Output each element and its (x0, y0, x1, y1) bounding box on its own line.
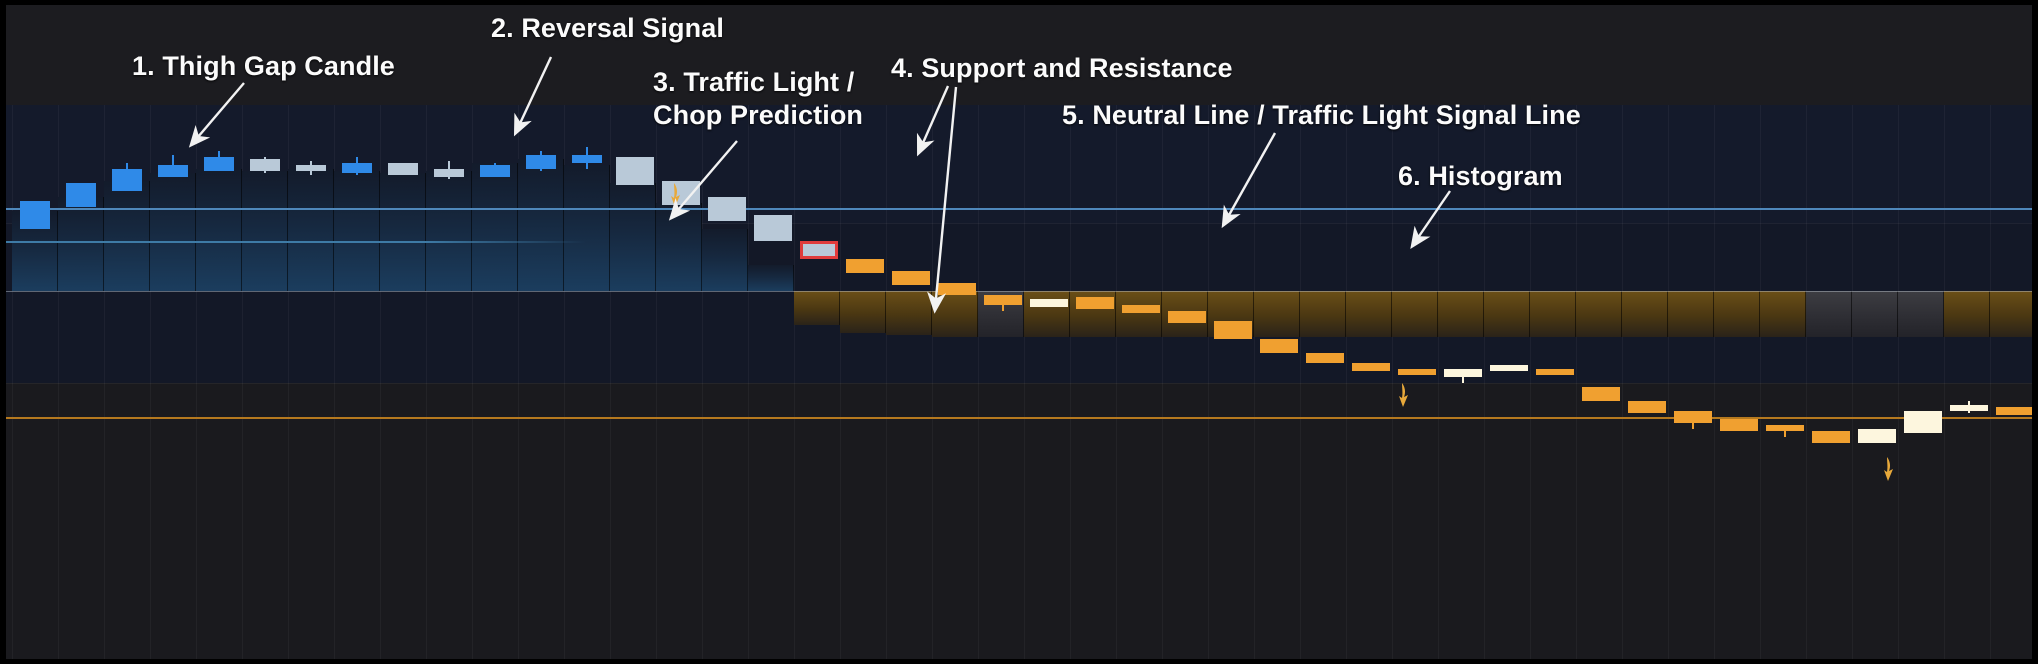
reversal-signal-icon (1884, 457, 1893, 481)
annotation-3-label: 3. Traffic Light / Chop Prediction (653, 67, 863, 130)
reversal-signal-icon (1399, 383, 1408, 407)
chart-frame: 1. Thigh Gap Candle 2. Reversal Signal 3… (6, 5, 2032, 659)
annotation-2-label: 2. Reversal Signal (491, 13, 724, 43)
reversal-signal-icon (671, 183, 680, 207)
annotation-6-label: 6. Histogram (1398, 161, 1563, 191)
annotation-4-label: 4. Support and Resistance (891, 53, 1233, 83)
annotation-1-label: 1. Thigh Gap Candle (132, 51, 395, 81)
annotation-5-label: 5. Neutral Line / Traffic Light Signal L… (1062, 100, 1581, 130)
screenshot-root: 1. Thigh Gap Candle 2. Reversal Signal 3… (0, 0, 2038, 664)
reversal-marker-layer (6, 5, 2032, 659)
